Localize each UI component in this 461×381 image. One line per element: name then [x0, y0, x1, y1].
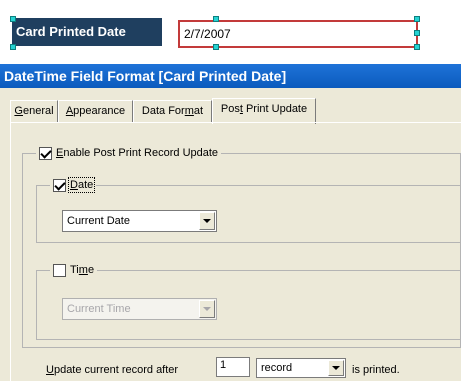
- designer-field-label-text: Card Printed Date: [16, 24, 126, 39]
- time-source-select[interactable]: Current Time: [62, 298, 217, 320]
- tab-post-print-update-label-start: Pos: [220, 103, 240, 115]
- time-label[interactable]: Time: [70, 264, 94, 276]
- selection-handle-middle-right[interactable]: [414, 30, 420, 36]
- time-source-value: Current Time: [67, 303, 131, 315]
- tab-post-print-update[interactable]: Post Print Update: [212, 98, 316, 124]
- designer-field-value-text: 2/7/2007: [184, 27, 231, 41]
- tab-data-format-label-end: at: [193, 105, 204, 117]
- tab-general-mnemonic: G: [14, 105, 23, 117]
- tab-data-format[interactable]: Data Format: [133, 100, 212, 122]
- designer-field-label[interactable]: Card Printed Date: [12, 18, 162, 46]
- selection-handle-top-middle[interactable]: [213, 16, 219, 22]
- time-checkbox[interactable]: [53, 263, 66, 277]
- tab-data-format-mnemonic: m: [184, 105, 194, 117]
- selection-handle-top-left[interactable]: [10, 16, 16, 22]
- enable-update-legend: Enable Post Print Record Update: [36, 145, 222, 161]
- chevron-down-icon[interactable]: [328, 360, 344, 376]
- selection-handle-bottom-right[interactable]: [414, 44, 420, 50]
- date-source-select[interactable]: Current Date: [62, 210, 217, 232]
- chevron-down-icon[interactable]: [199, 212, 215, 230]
- tab-general[interactable]: General: [10, 100, 58, 122]
- selection-handle-top-right[interactable]: [414, 16, 420, 22]
- tab-general-label: eneral: [22, 105, 54, 117]
- enable-update-checkbox[interactable]: [39, 146, 52, 160]
- selection-handle-bottom-left[interactable]: [10, 44, 16, 50]
- update-after-label: Update current record after: [46, 364, 179, 376]
- date-legend: Date: [50, 177, 97, 193]
- enable-update-label[interactable]: Enable Post Print Record Update: [56, 147, 218, 159]
- tab-post-print-update-label-end: Print Update: [242, 103, 308, 115]
- tab-appearance-label: ppearance: [73, 105, 126, 117]
- date-checkbox[interactable]: [53, 178, 66, 192]
- tab-appearance[interactable]: Appearance: [58, 100, 133, 122]
- time-legend: Time: [50, 262, 98, 278]
- record-unit-select[interactable]: record: [256, 358, 346, 378]
- dialog-title-bar: DateTime Field Format [Card Printed Date…: [0, 64, 461, 88]
- selection-handle-bottom-middle[interactable]: [213, 44, 219, 50]
- dialog-title: DateTime Field Format [Card Printed Date…: [4, 68, 287, 84]
- record-unit-value: record: [261, 362, 293, 374]
- tab-data-format-label-start: Data For: [141, 105, 185, 117]
- record-count-input[interactable]: 1: [216, 357, 250, 377]
- date-source-value: Current Date: [67, 215, 130, 227]
- chevron-down-icon[interactable]: [199, 300, 215, 318]
- is-printed-label: is printed.: [352, 364, 400, 376]
- date-label[interactable]: Date: [67, 177, 96, 193]
